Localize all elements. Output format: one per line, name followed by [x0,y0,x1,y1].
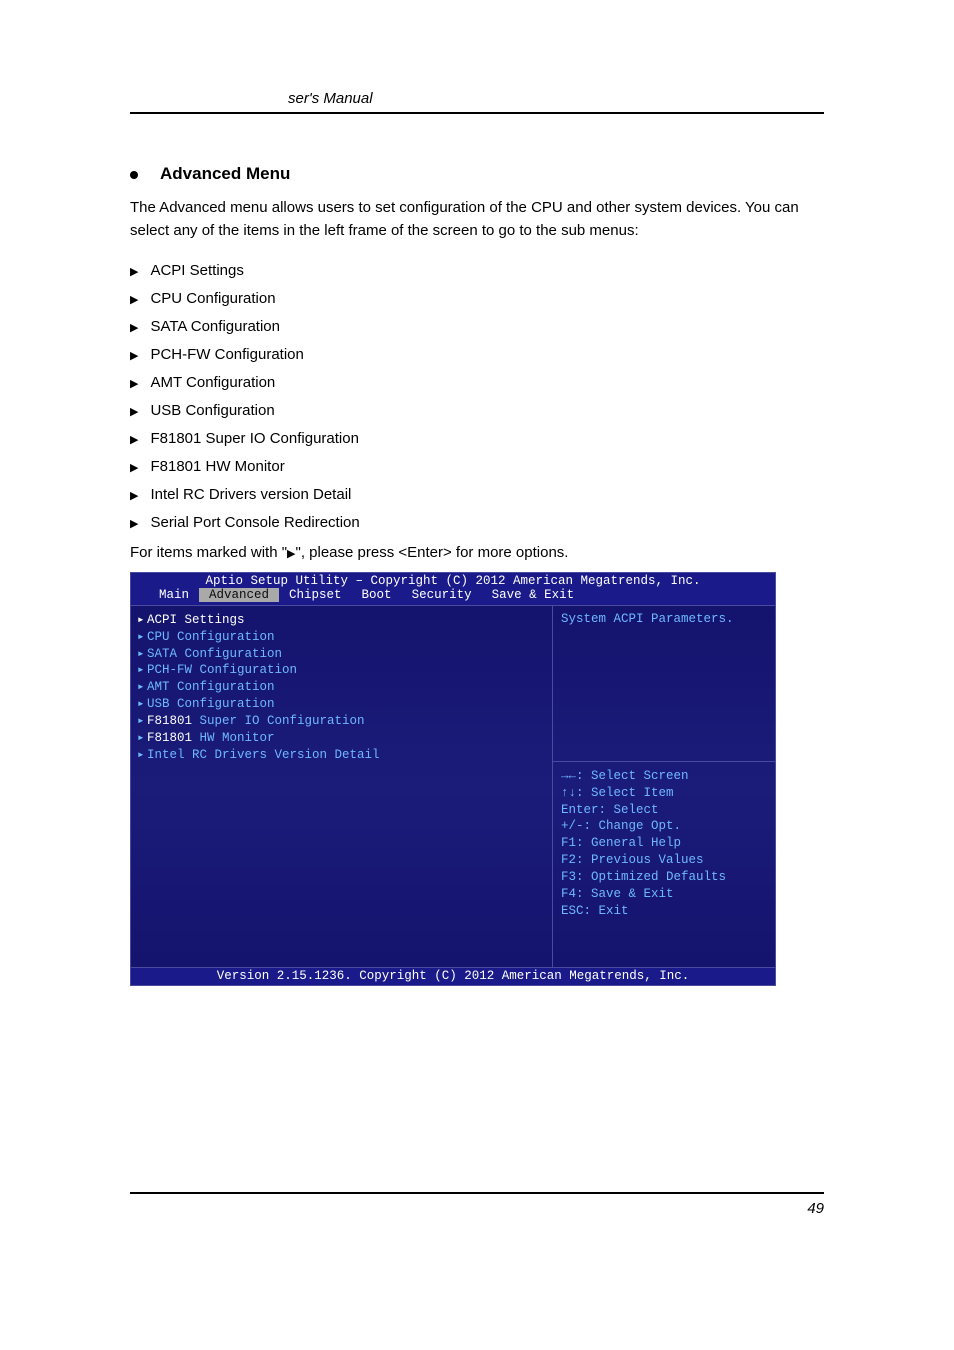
submenu-label: PCH-FW Configuration [150,346,303,363]
triangle-icon: ▶ [130,405,138,418]
bios-menu-item[interactable]: ▸USB Configuration [137,696,546,713]
bios-tab-bar: Main Advanced Chipset Boot Security Save… [131,588,775,605]
chevron-right-icon: ▸ [137,747,147,764]
chevron-right-icon: ▸ [137,662,147,679]
submenu-label: CPU Configuration [150,290,275,307]
submenu-label: Intel RC Drivers version Detail [150,486,351,503]
bios-menu-item[interactable]: ▸PCH-FW Configuration [137,662,546,679]
chevron-right-icon: ▸ [137,646,147,663]
triangle-icon: ▶ [130,349,138,362]
submenu-list: ▶ ACPI Settings ▶ CPU Configuration ▶ SATA … [130,261,824,531]
triangle-icon: ▶ [130,461,138,474]
submenu-label: ACPI Settings [150,262,243,279]
key-hint: ↑↓: Select Item [561,785,767,802]
tab-advanced[interactable]: Advanced [199,588,279,602]
bios-menu-label: SATA Configuration [147,647,282,661]
list-item: ▶ F81801 HW Monitor [130,457,824,475]
list-item: ▶ AMT Configuration [130,373,824,391]
chevron-right-icon: ▸ [137,730,147,747]
bios-menu-item[interactable]: ▸ACPI Settings [137,612,546,629]
chevron-right-icon: ▸ [137,679,147,696]
bios-menu-label: USB Configuration [147,697,275,711]
key-hint: +/-: Change Opt. [561,818,767,835]
list-item: ▶ Intel RC Drivers version Detail [130,485,824,503]
triangle-icon: ▶ [287,548,295,560]
chevron-right-icon: ▸ [137,713,147,730]
list-item: ▶ SATA Configuration [130,317,824,335]
bios-help-description: System ACPI Parameters. [553,606,775,762]
bios-menu-label: AMT Configuration [147,680,275,694]
bullet-icon [130,171,138,179]
bios-menu-label: Intel RC Drivers Version Detail [147,748,380,762]
chevron-right-icon: ▸ [137,629,147,646]
submenu-label: AMT Configuration [150,374,275,391]
note-suffix: ", please press <Enter> for more options… [296,544,569,561]
section-title: Advanced Menu [160,164,290,184]
bios-menu-label: CPU Configuration [147,630,275,644]
bios-utility-title: Aptio Setup Utility – Copyright (C) 2012… [131,573,775,588]
list-item: ▶ Serial Port Console Redirection [130,513,824,531]
bios-help-pane: System ACPI Parameters. →←: Select Scree… [553,606,775,967]
tab-save-exit[interactable]: Save & Exit [482,588,585,602]
triangle-icon: ▶ [130,489,138,502]
list-item: ▶ CPU Configuration [130,289,824,307]
note-text: For items marked with "▶", please press … [130,541,824,564]
list-item: ▶ F81801 Super IO Configuration [130,429,824,447]
key-hint: ESC: Exit [561,903,767,920]
manual-page: ser's Manual Advanced Menu The Advanced … [0,0,954,1350]
bios-menu-label: PCH-FW Configuration [147,663,297,677]
bios-menu-label: ACPI Settings [147,613,245,627]
chevron-right-icon: ▸ [137,612,147,629]
page-number: 49 [807,1200,824,1217]
key-hint: Enter: Select [561,802,767,819]
header-title: ser's Manual [288,90,373,107]
triangle-icon: ▶ [130,293,138,306]
list-item: ▶ PCH-FW Configuration [130,345,824,363]
bios-menu-pane: ▸ACPI Settings ▸CPU Configuration ▸SATA … [131,606,553,967]
section-heading-row: Advanced Menu [130,164,824,184]
tab-main[interactable]: Main [149,588,199,602]
submenu-label: USB Configuration [150,402,274,419]
bios-menu-label: HW Monitor [200,731,275,745]
list-item: ▶ ACPI Settings [130,261,824,279]
submenu-label: F81801 HW Monitor [150,458,284,475]
key-hint: F4: Save & Exit [561,886,767,903]
page-footer-rule: 49 [130,1192,824,1222]
page-header-rule: ser's Manual [130,90,824,114]
list-item: ▶ USB Configuration [130,401,824,419]
section-intro: The Advanced menu allows users to set co… [130,196,824,243]
bios-menu-label: Super IO Configuration [200,714,365,728]
bios-menu-item[interactable]: ▸AMT Configuration [137,679,546,696]
bios-body: ▸ACPI Settings ▸CPU Configuration ▸SATA … [131,605,775,967]
submenu-label: SATA Configuration [150,318,280,335]
bios-menu-item[interactable]: ▸F81801 HW Monitor [137,730,546,747]
bios-version-footer: Version 2.15.1236. Copyright (C) 2012 Am… [131,967,775,985]
key-hint: F3: Optimized Defaults [561,869,767,886]
bios-screenshot: Aptio Setup Utility – Copyright (C) 2012… [130,572,776,986]
triangle-icon: ▶ [130,517,138,530]
bios-menu-item[interactable]: ▸SATA Configuration [137,646,546,663]
tab-chipset[interactable]: Chipset [279,588,352,602]
bios-menu-item[interactable]: ▸F81801 Super IO Configuration [137,713,546,730]
triangle-icon: ▶ [130,321,138,334]
triangle-icon: ▶ [130,265,138,278]
submenu-label: F81801 Super IO Configuration [150,430,358,447]
triangle-icon: ▶ [130,433,138,446]
chevron-right-icon: ▸ [137,696,147,713]
tab-boot[interactable]: Boot [352,588,402,602]
bios-menu-item[interactable]: ▸Intel RC Drivers Version Detail [137,747,546,764]
bios-key-legend: →←: Select Screen ↑↓: Select Item Enter:… [553,762,775,967]
key-hint: →←: Select Screen [561,768,767,785]
key-hint: F1: General Help [561,835,767,852]
key-hint: F2: Previous Values [561,852,767,869]
bios-menu-item[interactable]: ▸CPU Configuration [137,629,546,646]
triangle-icon: ▶ [130,377,138,390]
note-prefix: For items marked with " [130,544,287,561]
submenu-label: Serial Port Console Redirection [150,514,359,531]
tab-security[interactable]: Security [402,588,482,602]
